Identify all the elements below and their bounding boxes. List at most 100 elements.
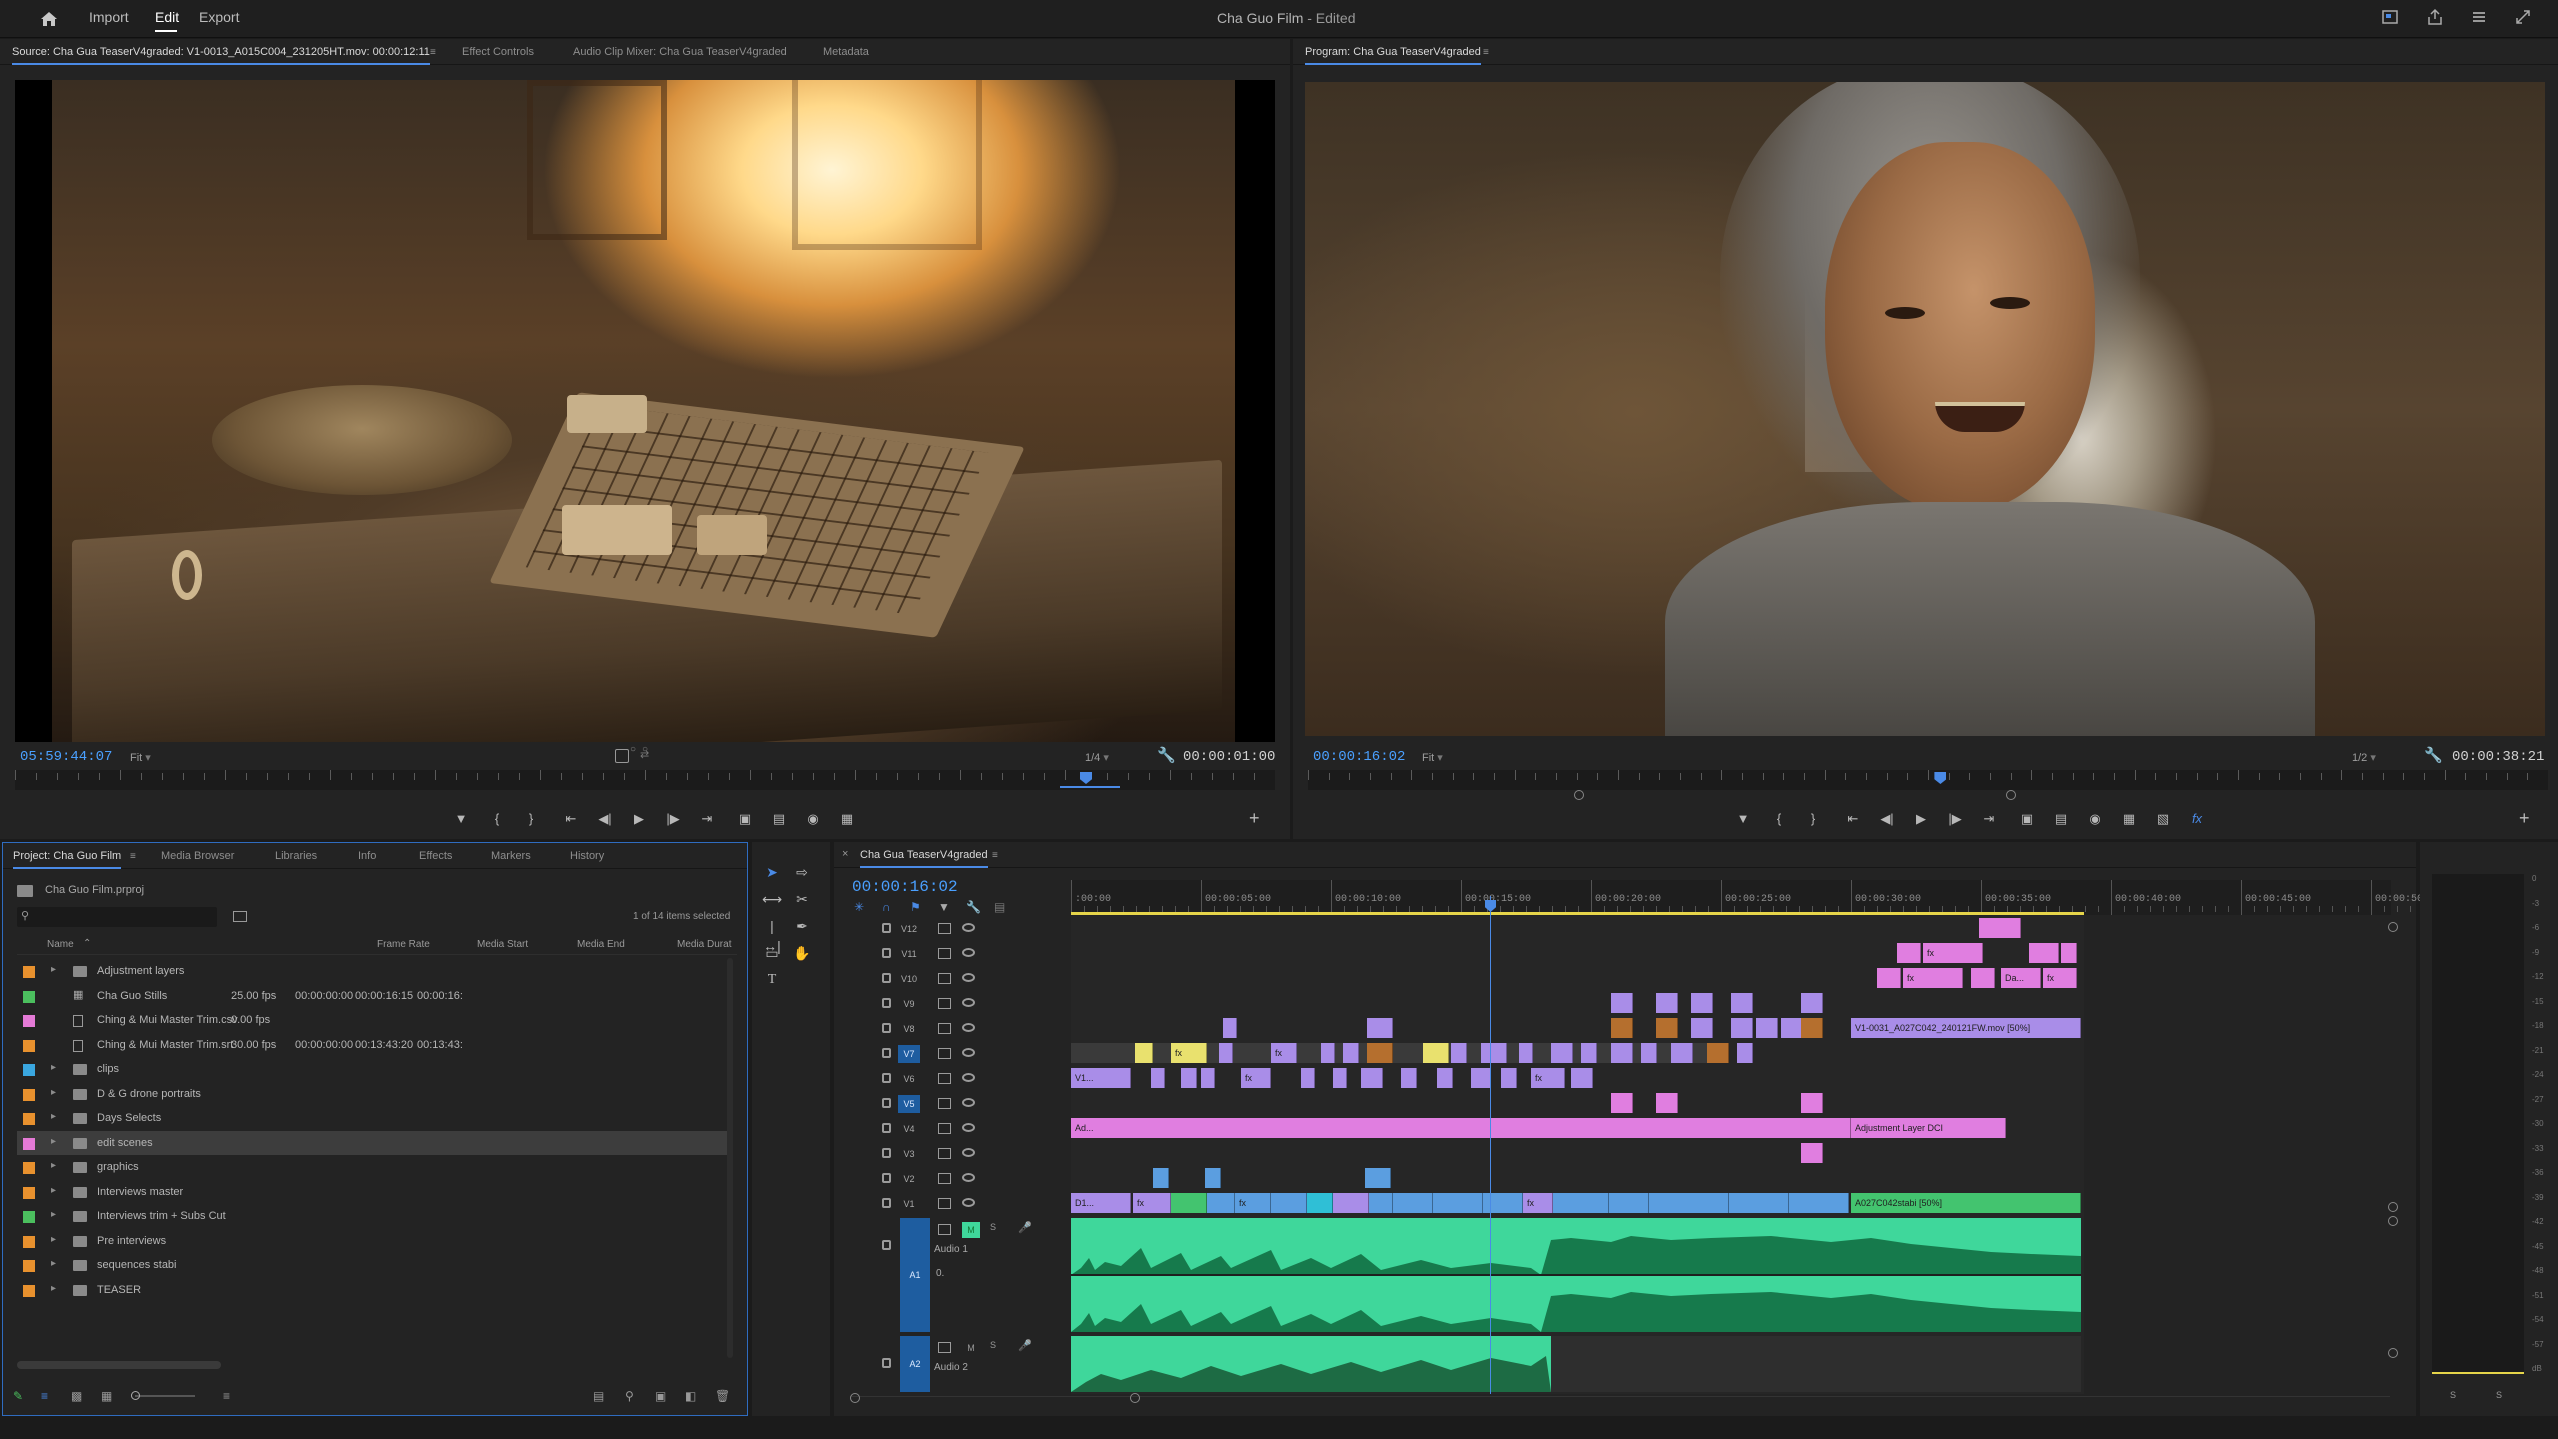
timeline-settings-icon[interactable]: 🔧 <box>966 900 981 914</box>
project-item[interactable]: ▸ Interviews master <box>17 1180 727 1204</box>
project-item[interactable]: ▸ Pre interviews <box>17 1229 727 1253</box>
timeline-clip[interactable] <box>1581 1043 1597 1063</box>
track-select-tool-icon[interactable]: ⇨ <box>792 862 812 882</box>
timeline-clip[interactable] <box>1656 1018 1678 1038</box>
timeline-clip[interactable]: Adjustment Layer DCI <box>1851 1118 2006 1138</box>
tab-program[interactable]: Program: Cha Gua TeaserV4graded <box>1305 46 1481 65</box>
ripple-edit-tool-icon[interactable]: ⟷ <box>762 889 782 909</box>
timeline-clip[interactable] <box>1423 1043 1449 1063</box>
timeline-clip[interactable] <box>1801 1018 1823 1038</box>
program-resolution-dropdown[interactable]: 1/2 <box>2352 751 2410 764</box>
snap-icon[interactable]: ∩ <box>882 900 891 914</box>
toggle-sync-icon[interactable] <box>938 1073 951 1084</box>
program-go-to-in-icon[interactable]: ⇤ <box>1842 808 1864 830</box>
timeline-clip[interactable] <box>1781 1018 1803 1038</box>
timeline-clip[interactable]: fx <box>2043 968 2077 988</box>
timeline-clip[interactable] <box>1333 1193 1369 1213</box>
track-lock-icon[interactable] <box>882 1073 891 1083</box>
label-color-swatch[interactable] <box>23 1137 35 1150</box>
tab-sequence[interactable]: Cha Gua TeaserV4graded <box>860 849 988 868</box>
toggle-sync-icon[interactable] <box>938 1023 951 1034</box>
timeline-clip[interactable]: fx <box>1171 1043 1207 1063</box>
toggle-sync-icon[interactable] <box>938 973 951 984</box>
timeline-clip[interactable] <box>1519 1043 1533 1063</box>
track-label[interactable]: V10 <box>898 970 920 988</box>
quick-export-icon[interactable] <box>2379 8 2401 30</box>
linked-selection-icon[interactable]: ⚑ <box>910 900 921 914</box>
timeline-clip[interactable]: Ad... <box>1071 1118 1851 1138</box>
project-item[interactable]: ▸ Days Selects <box>17 1106 727 1130</box>
timeline-clip[interactable]: D1... <box>1071 1193 1131 1213</box>
track-visibility-icon[interactable] <box>962 1023 975 1032</box>
tab-audio-clip-mixer[interactable]: Audio Clip Mixer: Cha Gua TeaserV4graded <box>573 46 787 58</box>
program-timecode[interactable]: 00:00:16:02 <box>1313 749 1405 765</box>
add-marker-icon[interactable]: ▼ <box>450 808 472 830</box>
expand-arrow-icon[interactable]: ▸ <box>51 1087 56 1098</box>
timeline-clip[interactable] <box>1553 1193 1609 1213</box>
menu-edit[interactable]: Edit <box>155 9 179 25</box>
track-label[interactable]: V3 <box>898 1145 920 1163</box>
tab-metadata[interactable]: Metadata <box>823 46 869 58</box>
timeline-clip[interactable]: fx <box>1903 968 1963 988</box>
track-label[interactable]: V7 <box>898 1045 920 1063</box>
track-visibility-icon[interactable] <box>962 1073 975 1082</box>
label-color-swatch[interactable] <box>23 1211 35 1223</box>
voiceover-mic-icon[interactable]: 🎤 <box>1018 1221 1032 1234</box>
audio-scroll-handle[interactable] <box>2388 1216 2398 1226</box>
expand-arrow-icon[interactable]: ▸ <box>51 1062 56 1073</box>
timeline-clip[interactable] <box>1219 1043 1233 1063</box>
sort-icons-icon[interactable]: ≡ <box>223 1389 230 1403</box>
expand-arrow-icon[interactable]: ▸ <box>51 1234 56 1245</box>
track-visibility-icon[interactable] <box>962 1173 975 1182</box>
insert-icon[interactable]: ▣ <box>734 808 756 830</box>
home-icon[interactable] <box>38 8 60 30</box>
expand-arrow-icon[interactable]: ▸ <box>51 964 56 975</box>
label-color-swatch[interactable] <box>23 1064 35 1076</box>
track-lock-icon[interactable] <box>882 1048 891 1058</box>
export-frame-icon[interactable]: ◉ <box>802 808 824 830</box>
timeline-clip[interactable] <box>1367 1043 1393 1063</box>
timeline-clip[interactable] <box>1611 993 1633 1013</box>
timeline-clip[interactable] <box>1737 1043 1753 1063</box>
program-add-marker-icon[interactable]: ▼ <box>1732 808 1754 830</box>
track-lock-icon[interactable] <box>882 973 891 983</box>
voiceover-mic-icon[interactable]: 🎤 <box>1018 1339 1032 1352</box>
track-volume[interactable]: 0. <box>936 1268 944 1279</box>
toggle-sync-icon[interactable] <box>938 1224 951 1235</box>
timeline-clip[interactable] <box>1691 1018 1713 1038</box>
track-label[interactable]: V1 <box>898 1195 920 1213</box>
timeline-clip[interactable] <box>1971 968 1995 988</box>
track-visibility-icon[interactable] <box>962 1123 975 1132</box>
menu-import[interactable]: Import <box>89 9 129 25</box>
slip-tool-icon[interactable]: |↔| <box>762 916 782 954</box>
panel-menu-icon[interactable]: ≡ <box>430 47 436 58</box>
type-tool-icon[interactable]: T <box>762 970 782 990</box>
program-add-button-icon[interactable]: + <box>2519 808 2530 829</box>
track-lock-icon[interactable] <box>882 923 891 933</box>
source-drag-video-icon[interactable]: ⇄ <box>640 748 649 761</box>
timeline-menu-icon[interactable]: ≡ <box>992 850 998 861</box>
source-settings-icon[interactable] <box>615 749 629 763</box>
timeline-clip[interactable]: fx <box>1531 1068 1565 1088</box>
timeline-clip[interactable] <box>1979 918 2021 938</box>
hand-tool-icon[interactable]: ✋ <box>792 943 812 963</box>
list-view-icon[interactable]: ≡ <box>41 1389 48 1403</box>
timeline-clip[interactable] <box>1307 1193 1333 1213</box>
track-label[interactable]: V4 <box>898 1120 920 1138</box>
track-lock-icon[interactable] <box>882 948 891 958</box>
timeline-clip[interactable]: fx <box>1235 1193 1271 1213</box>
track-lock-icon[interactable] <box>882 1023 891 1033</box>
project-item[interactable]: Ching & Mui Master Trim.srt 30.00 fps 00:0… <box>17 1033 727 1057</box>
track-label[interactable]: A1 <box>900 1218 930 1332</box>
step-forward-icon[interactable]: |▶ <box>662 808 684 830</box>
timeline-clip[interactable] <box>1609 1193 1649 1213</box>
timeline-clip[interactable] <box>1393 1193 1433 1213</box>
track-visibility-icon[interactable] <box>962 948 975 957</box>
toggle-sync-icon[interactable] <box>938 998 951 1009</box>
source-wrench-icon[interactable]: 🔧 <box>1157 746 1176 764</box>
solo-button[interactable]: S <box>990 1340 996 1350</box>
project-item[interactable]: ▸ edit scenes <box>17 1130 727 1155</box>
project-panel-menu-icon[interactable]: ≡ <box>130 851 136 862</box>
timeline-clip[interactable] <box>1551 1043 1573 1063</box>
track-lock-icon[interactable] <box>882 1148 891 1158</box>
